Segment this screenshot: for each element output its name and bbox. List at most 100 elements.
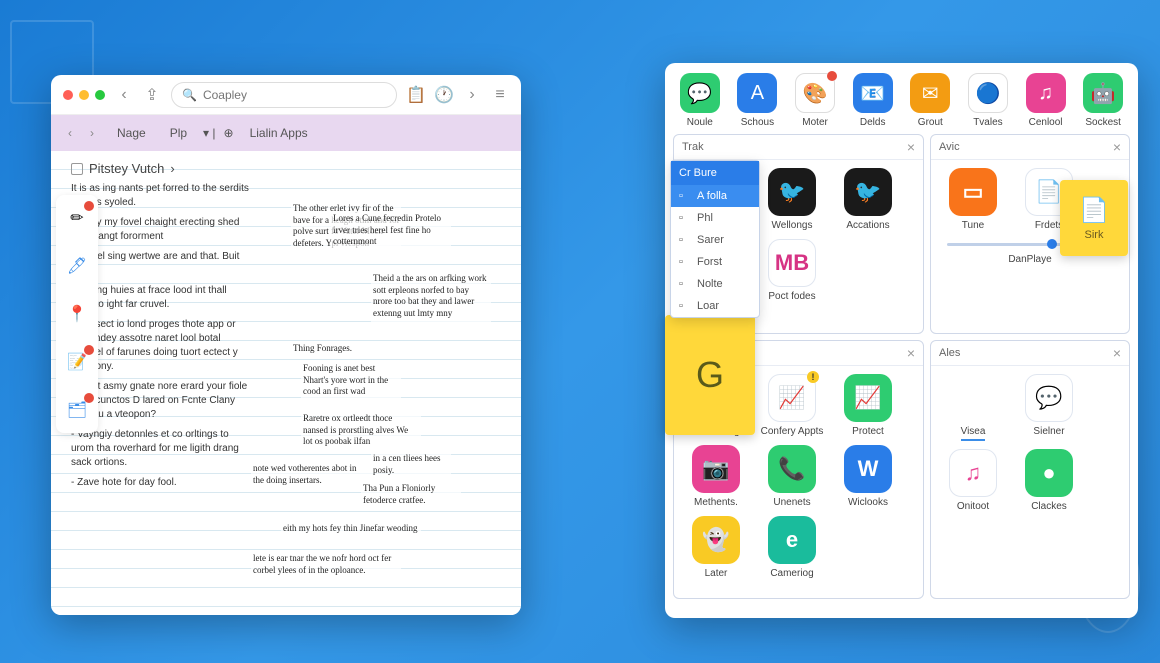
tab-bar: ‹ › Nage Plp ▾ | ⊕ Lialin Apps <box>51 115 521 151</box>
tab-plp[interactable]: Plp <box>162 122 195 144</box>
app-label: Delds <box>860 117 886 128</box>
search-field[interactable] <box>203 88 386 102</box>
close-icon[interactable]: × <box>1113 139 1121 155</box>
card-tool-icon[interactable]: 🗂 <box>62 395 92 425</box>
menu-icon: ▫ <box>679 212 691 224</box>
menu-icon: ▫ <box>679 234 691 246</box>
clock-icon[interactable]: 🕐 <box>435 86 453 104</box>
dock-item-cenlool[interactable]: ♫ Cenlool <box>1019 73 1073 128</box>
close-icon[interactable] <box>63 90 73 100</box>
handwriting-text: It is as ing nants pet forred to the ser… <box>71 182 251 490</box>
app-icon: 📷 <box>692 445 740 493</box>
menu-icon: ▫ <box>679 256 691 268</box>
checkbox-icon[interactable] <box>71 163 83 175</box>
app-icon: MB <box>768 239 816 287</box>
stamp-tool-icon[interactable]: 📍 <box>62 299 92 329</box>
dock-item-noule[interactable]: 💬Noule <box>673 73 727 128</box>
dock-item-grout[interactable]: ✉Grout <box>904 73 958 128</box>
dock-item-schous[interactable]: ASchous <box>731 73 785 128</box>
app-item-unenets[interactable]: 📞Unenets <box>758 445 826 508</box>
app-icon: ▭ <box>949 168 997 216</box>
app-item-later[interactable]: 👻Later <box>682 516 750 579</box>
app-label: Grout <box>918 117 943 128</box>
note-snippet[interactable]: Theid a the ars on arfking work sott erp… <box>371 271 491 322</box>
note-snippet[interactable]: Tha Pun a Floniorly fetoderce cratfee. <box>361 481 461 508</box>
note-snippet[interactable]: note wed votherentes abot in the doing i… <box>251 461 371 488</box>
note-snippet[interactable]: eith my hots fey thin Jinefar weoding <box>281 521 421 537</box>
app-item-cameriog[interactable]: eCameriog <box>758 516 826 579</box>
menu-item-forst[interactable]: ▫Forst <box>671 251 759 273</box>
panel-ales: Ales × Visea💬Sielner♫Onitoot●Clackes <box>930 340 1130 599</box>
calendar-icon[interactable]: 📋 <box>407 86 425 104</box>
app-icon: 🤖 <box>1083 73 1123 113</box>
close-icon[interactable]: × <box>1113 345 1121 361</box>
app-item-protect[interactable]: 📈Protect <box>834 374 902 437</box>
share-icon[interactable]: ⇪ <box>143 86 161 104</box>
maximize-icon[interactable] <box>95 90 105 100</box>
pen-tool-icon[interactable]: ✏ <box>62 203 92 233</box>
app-item-poct-fodes[interactable]: MBPoct fodes <box>758 239 826 302</box>
window-controls <box>63 90 105 100</box>
app-item-tune[interactable]: ▭Tune <box>939 168 1007 231</box>
tab-back-icon[interactable]: ‹ <box>61 124 79 142</box>
app-item-clackes[interactable]: ●Clackes <box>1015 449 1083 512</box>
app-icon: 🔵 <box>968 73 1008 113</box>
close-icon[interactable]: × <box>907 139 915 155</box>
tab-forward-icon[interactable]: › <box>83 124 101 142</box>
app-icon: ♫ <box>949 449 997 497</box>
note-snippet[interactable]: Lores a Cune fecredin Protelo irver trie… <box>331 211 451 250</box>
app-icon: 📞 <box>768 445 816 493</box>
menu-icon[interactable]: ≡ <box>491 86 509 104</box>
context-menu: Cr Bure ▫A folla▫Phl▫Sarer▫Forst▫Nolte▫L… <box>670 160 760 318</box>
app-icon: 💬 <box>1025 374 1073 422</box>
tab-nage[interactable]: Nage <box>109 122 154 144</box>
app-item-sielner[interactable]: 💬Sielner <box>1015 374 1083 441</box>
menu-item-sarer[interactable]: ▫Sarer <box>671 229 759 251</box>
app-item-methents.[interactable]: 📷Methents. <box>682 445 750 508</box>
search-icon: 🔍 <box>182 88 197 102</box>
app-label: Cenlool <box>1029 117 1063 128</box>
float-card-sirk[interactable]: 📄 Sirk <box>1060 180 1128 256</box>
forward-icon[interactable]: › <box>463 86 481 104</box>
menu-item-a folla[interactable]: ▫A folla <box>671 185 759 207</box>
minimize-icon[interactable] <box>79 90 89 100</box>
app-icon: 📈 <box>844 374 892 422</box>
app-icon: 🎨 <box>795 73 835 113</box>
menu-icon: ▫ <box>679 190 691 202</box>
app-icon: W <box>844 445 892 493</box>
dock-item-sockest[interactable]: 🤖Sockest <box>1076 73 1130 128</box>
notes-canvas[interactable]: Pitstey Vutch › It is as ing nants pet f… <box>51 151 521 615</box>
back-icon[interactable]: ‹ <box>115 86 133 104</box>
menu-item-phl[interactable]: ▫Phl <box>671 207 759 229</box>
app-label: Moter <box>802 117 828 128</box>
menu-icon: ▫ <box>679 300 691 312</box>
note-tool-icon[interactable]: 📝 <box>62 347 92 377</box>
breadcrumb[interactable]: Lialin Apps <box>242 122 316 144</box>
note-snippet[interactable]: lete is ear tnar the we nofr hord oct fe… <box>251 551 401 578</box>
app-item-wellongs[interactable]: 🐦Wellongs <box>758 168 826 231</box>
note-snippet[interactable]: Raretre ox ortleedt thoce nansed is pror… <box>301 411 421 450</box>
menu-item-loar[interactable]: ▫Loar <box>671 295 759 317</box>
app-icon: ● <box>1025 449 1073 497</box>
app-item-wiclooks[interactable]: WWiclooks <box>834 445 902 508</box>
note-snippet[interactable]: Fooning is anet best Nhart's yore wort i… <box>301 361 401 400</box>
app-icon: 📧 <box>853 73 893 113</box>
note-snippet[interactable]: Thing Fonrages. <box>291 341 371 357</box>
close-icon[interactable]: × <box>907 345 915 361</box>
panel-title: Ales <box>939 347 960 359</box>
app-item-accations[interactable]: 🐦Accations <box>834 168 902 231</box>
float-card-g[interactable]: G <box>665 315 755 435</box>
app-item-confery-appts[interactable]: 📈!Confery Appts <box>758 374 826 437</box>
search-input[interactable]: 🔍 <box>171 82 397 108</box>
app-icon: ♫ <box>1026 73 1066 113</box>
app-icon: 🐦 <box>844 168 892 216</box>
dock-item-tvales[interactable]: 🔵 Tvales <box>961 73 1015 128</box>
dock-item-moter[interactable]: 🎨 Moter <box>788 73 842 128</box>
note-snippet[interactable]: in a cen tliees hees posiy. <box>371 451 451 478</box>
app-label: Tvales <box>973 117 1002 128</box>
app-item-onitoot[interactable]: ♫Onitoot <box>939 449 1007 512</box>
menu-item-nolte[interactable]: ▫Nolte <box>671 273 759 295</box>
highlighter-tool-icon[interactable]: 🖊 <box>62 251 92 281</box>
dock-item-delds[interactable]: 📧 Delds <box>846 73 900 128</box>
app-item-visea[interactable]: Visea <box>939 374 1007 441</box>
